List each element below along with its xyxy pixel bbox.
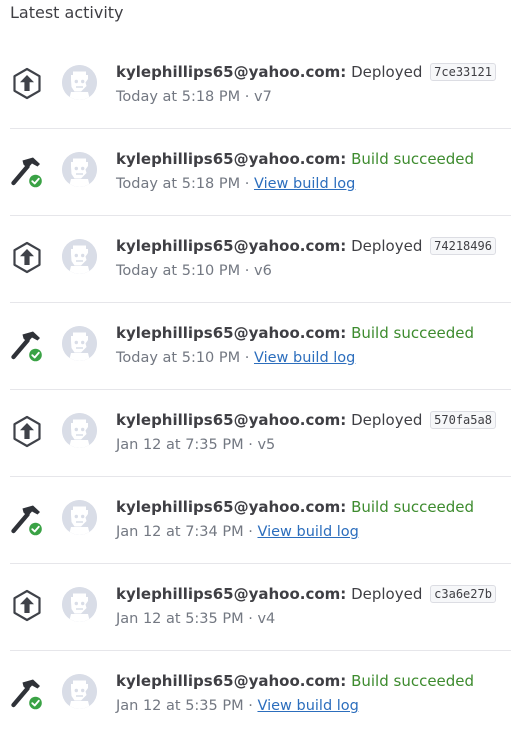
timestamp: Today at 5:10 PM: [116, 263, 241, 279]
separator: ·: [244, 263, 250, 279]
activity-text: kylephillips65@yahoo.com: Deployed 570fa…: [116, 409, 511, 456]
user-email: kylephillips65@yahoo.com:: [116, 150, 347, 168]
timestamp: Today at 5:18 PM: [116, 176, 241, 192]
timestamp: Today at 5:10 PM: [116, 350, 241, 366]
action-text: Deployed: [351, 585, 423, 603]
commit-hash: c3a6e27b: [430, 585, 496, 603]
user-avatar-icon: [62, 500, 97, 535]
activity-meta: Today at 5:18 PM · View build log: [116, 173, 511, 195]
activity-row: kylephillips65@yahoo.com: Build succeede…: [10, 303, 511, 390]
activity-summary: kylephillips65@yahoo.com: Build succeede…: [116, 322, 511, 344]
user-avatar-icon: [62, 152, 97, 187]
activity-text: kylephillips65@yahoo.com: Build succeede…: [116, 322, 511, 369]
activity-text: kylephillips65@yahoo.com: Deployed c3a6e…: [116, 583, 511, 630]
activity-summary: kylephillips65@yahoo.com: Build succeede…: [116, 496, 511, 518]
user-email: kylephillips65@yahoo.com:: [116, 237, 347, 255]
user-avatar-icon: [62, 674, 97, 709]
activity-text: kylephillips65@yahoo.com: Deployed 74218…: [116, 235, 511, 282]
user-avatar-icon: [62, 65, 97, 100]
action-text: Build succeeded: [351, 498, 475, 516]
commit-hash: 570fa5a8: [430, 411, 496, 429]
deploy-arrow-hexagon-icon: [10, 64, 44, 102]
user-email: kylephillips65@yahoo.com:: [116, 411, 347, 429]
activity-meta: Jan 12 at 5:35 PM · View build log: [116, 695, 511, 717]
deploy-arrow-hexagon-icon: [10, 586, 44, 624]
activity-meta: Today at 5:10 PM · View build log: [116, 347, 511, 369]
user-email: kylephillips65@yahoo.com:: [116, 585, 347, 603]
hammer-check-icon: [10, 325, 44, 363]
action-text: Build succeeded: [351, 150, 475, 168]
activity-row: kylephillips65@yahoo.com: Deployed 570fa…: [10, 390, 511, 477]
separator: ·: [244, 350, 250, 366]
user-avatar-icon: [62, 413, 97, 448]
activity-row: kylephillips65@yahoo.com: Deployed 7ce33…: [10, 42, 511, 129]
activity-meta: Jan 12 at 7:34 PM · View build log: [116, 521, 511, 543]
hammer-check-icon: [10, 499, 44, 537]
separator: ·: [244, 89, 250, 105]
separator: ·: [248, 698, 253, 714]
activity-summary: kylephillips65@yahoo.com: Deployed 7ce33…: [116, 61, 511, 83]
user-email: kylephillips65@yahoo.com:: [116, 63, 347, 81]
activity-summary: kylephillips65@yahoo.com: Deployed c3a6e…: [116, 583, 511, 605]
activity-row: kylephillips65@yahoo.com: Build succeede…: [10, 651, 511, 737]
version-label: v5: [257, 437, 276, 453]
activity-list: kylephillips65@yahoo.com: Deployed 7ce33…: [10, 42, 511, 737]
activity-summary: kylephillips65@yahoo.com: Deployed 570fa…: [116, 409, 511, 431]
version-label: v7: [253, 89, 272, 105]
activity-text: kylephillips65@yahoo.com: Deployed 7ce33…: [116, 61, 511, 108]
user-avatar-icon: [62, 587, 97, 622]
activity-row: kylephillips65@yahoo.com: Build succeede…: [10, 129, 511, 216]
timestamp: Jan 12 at 7:34 PM: [116, 524, 244, 540]
view-build-log-link[interactable]: View build log: [254, 350, 355, 366]
view-build-log-link[interactable]: View build log: [254, 176, 355, 192]
hammer-check-icon: [10, 151, 44, 189]
separator: ·: [248, 524, 253, 540]
activity-meta: Today at 5:10 PM · v6: [116, 260, 511, 282]
timestamp: Jan 12 at 5:35 PM: [116, 611, 244, 627]
action-text: Build succeeded: [351, 672, 475, 690]
view-build-log-link[interactable]: View build log: [257, 524, 358, 540]
activity-text: kylephillips65@yahoo.com: Build succeede…: [116, 670, 511, 717]
activity-row: kylephillips65@yahoo.com: Build succeede…: [10, 477, 511, 564]
activity-meta: Jan 12 at 7:35 PM · v5: [116, 434, 511, 456]
activity-meta: Jan 12 at 5:35 PM · v4: [116, 608, 511, 630]
activity-summary: kylephillips65@yahoo.com: Build succeede…: [116, 670, 511, 692]
user-email: kylephillips65@yahoo.com:: [116, 498, 347, 516]
view-build-log-link[interactable]: View build log: [257, 698, 358, 714]
user-avatar-icon: [62, 239, 97, 274]
activity-summary: kylephillips65@yahoo.com: Deployed 74218…: [116, 235, 511, 257]
separator: ·: [248, 611, 253, 627]
action-text: Deployed: [351, 237, 423, 255]
hammer-check-icon: [10, 673, 44, 711]
commit-hash: 74218496: [430, 237, 496, 255]
separator: ·: [244, 176, 250, 192]
timestamp: Jan 12 at 7:35 PM: [116, 437, 244, 453]
version-label: v4: [257, 611, 276, 627]
timestamp: Today at 5:18 PM: [116, 89, 241, 105]
activity-text: kylephillips65@yahoo.com: Build succeede…: [116, 496, 511, 543]
deploy-arrow-hexagon-icon: [10, 412, 44, 450]
version-label: v6: [253, 263, 272, 279]
activity-row: kylephillips65@yahoo.com: Deployed 74218…: [10, 216, 511, 303]
activity-meta: Today at 5:18 PM · v7: [116, 86, 511, 108]
action-text: Build succeeded: [351, 324, 475, 342]
user-email: kylephillips65@yahoo.com:: [116, 324, 347, 342]
activity-text: kylephillips65@yahoo.com: Build succeede…: [116, 148, 511, 195]
activity-row: kylephillips65@yahoo.com: Deployed c3a6e…: [10, 564, 511, 651]
activity-summary: kylephillips65@yahoo.com: Build succeede…: [116, 148, 511, 170]
section-title: Latest activity: [10, 3, 124, 22]
user-email: kylephillips65@yahoo.com:: [116, 672, 347, 690]
separator: ·: [248, 437, 253, 453]
commit-hash: 7ce33121: [430, 63, 496, 81]
action-text: Deployed: [351, 63, 423, 81]
deploy-arrow-hexagon-icon: [10, 238, 44, 276]
timestamp: Jan 12 at 5:35 PM: [116, 698, 244, 714]
action-text: Deployed: [351, 411, 423, 429]
user-avatar-icon: [62, 326, 97, 361]
